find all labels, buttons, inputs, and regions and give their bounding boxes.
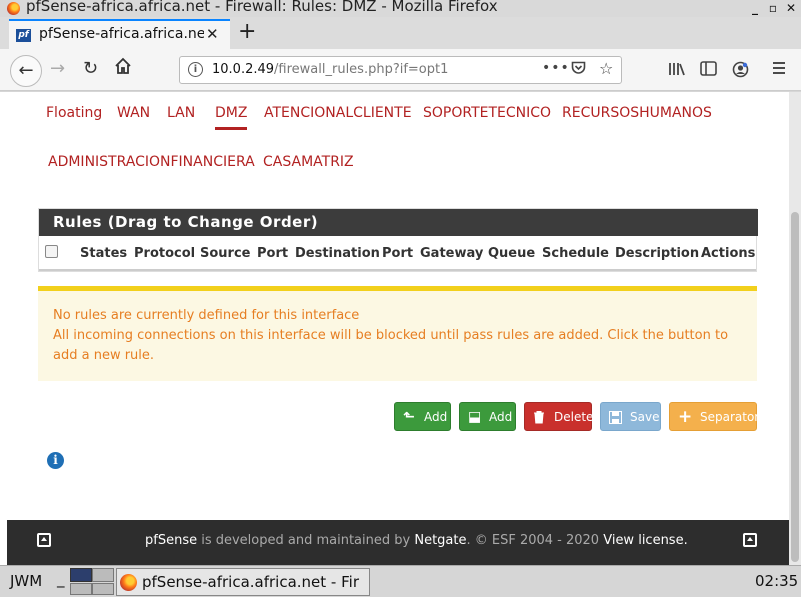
scrollbar-thumb[interactable] — [791, 212, 799, 562]
tab-floating[interactable]: Floating — [46, 105, 102, 121]
save-button[interactable]: Save — [600, 402, 661, 431]
minimize-marker: _ — [57, 570, 65, 588]
save-icon — [609, 403, 622, 435]
library-icon[interactable] — [668, 61, 686, 81]
page-content: Floating WAN LAN DMZ ATENCIONALCLIENTE S… — [0, 92, 789, 520]
reload-button[interactable]: ↻ — [83, 58, 98, 79]
task-title: pfSense-africa.africa.net - Fir — [142, 573, 359, 591]
scroll-top-right-icon[interactable] — [743, 533, 757, 547]
arrow-up-icon: ⬑ — [403, 409, 415, 425]
menu-icon[interactable] — [772, 61, 786, 79]
col-protocol: Protocol — [134, 246, 196, 261]
page-scrollbar[interactable] — [789, 92, 801, 565]
col-port-dest: Port — [382, 246, 414, 261]
rules-panel: Rules (Drag to Change Order) States Prot… — [38, 208, 758, 272]
col-gateway: Gateway — [420, 246, 484, 261]
select-all-checkbox[interactable] — [45, 245, 58, 258]
page-actions-button[interactable]: ••• — [542, 60, 570, 76]
url-bar[interactable]: i 10.0.2.49/firewall_rules.php?if=opt1 •… — [179, 56, 622, 84]
separator-button[interactable]: + Separator — [669, 402, 759, 431]
footer-brand[interactable]: pfSense — [145, 533, 197, 548]
col-port: Port — [257, 246, 289, 261]
col-destination: Destination — [295, 246, 380, 261]
tab-dmz[interactable]: DMZ — [215, 105, 248, 130]
delete-button[interactable]: Delete — [524, 402, 593, 431]
url-text[interactable]: 10.0.2.49/firewall_rules.php?if=opt1 — [212, 62, 448, 77]
trash-icon — [533, 403, 545, 435]
site-info-icon[interactable]: i — [188, 62, 203, 77]
forward-button[interactable]: → — [50, 58, 65, 79]
tab-wan[interactable]: WAN — [117, 105, 150, 121]
plus-icon: + — [678, 407, 693, 427]
back-button[interactable]: ← — [10, 55, 42, 87]
alert-line-2: All incoming connections on this interfa… — [53, 328, 729, 363]
alert-line-1: No rules are currently defined for this … — [53, 308, 360, 323]
sidebar-icon[interactable] — [700, 61, 717, 80]
minimize-button[interactable]: _ — [747, 0, 763, 17]
add-top-button[interactable]: ⬑ Add — [394, 402, 451, 431]
desktop-2[interactable] — [70, 583, 92, 595]
window-titlebar: pfSense-africa.africa.net - Firewall: Ru… — [0, 0, 801, 17]
left-margin — [0, 520, 7, 565]
footer-company[interactable]: Netgate — [414, 533, 466, 548]
tab-strip: pf pfSense-africa.africa.net - ✕ + — [0, 17, 801, 49]
tab-recursoshumanos[interactable]: RECURSOSHUMANOS — [562, 105, 712, 121]
tab-atencionalcliente[interactable]: ATENCIONALCLIENTE — [264, 105, 412, 121]
tab-casamatriz[interactable]: CASAMATRIZ — [263, 154, 354, 170]
jwm-menu[interactable]: JWM — [10, 572, 42, 590]
firefox-icon — [7, 2, 20, 15]
window-title: pfSense-africa.africa.net - Firewall: Ru… — [26, 0, 498, 15]
info-icon[interactable]: i — [47, 452, 64, 469]
pfsense-favicon-icon: pf — [16, 29, 31, 42]
footer-text: pfSense is developed and maintained by N… — [145, 533, 688, 548]
close-window-button[interactable]: ✕ — [783, 0, 799, 17]
taskbar-firefox-task[interactable]: pfSense-africa.africa.net - Fir — [116, 568, 370, 596]
col-states: States — [80, 246, 128, 261]
tab-close-icon[interactable]: ✕ — [206, 25, 219, 43]
tab-lan[interactable]: LAN — [167, 105, 195, 121]
desktop-4[interactable] — [92, 583, 114, 595]
footer-license-link[interactable]: View license. — [603, 533, 688, 548]
desktop-1[interactable] — [70, 568, 92, 582]
tab-soportetecnico[interactable]: SOPORTETECNICO — [423, 105, 551, 121]
taskbar: JWM _ pfSense-africa.africa.net - Fir 02… — [0, 565, 801, 597]
firefox-icon — [120, 574, 137, 591]
clock: 02:35 — [755, 572, 799, 590]
tab-title: pfSense-africa.africa.net - — [39, 26, 204, 42]
desktop-3[interactable] — [92, 568, 114, 582]
add-bottom-button[interactable]: ⬓ Add — [459, 402, 516, 431]
account-icon[interactable] — [732, 61, 749, 82]
no-rules-alert: No rules are currently defined for this … — [38, 286, 757, 381]
new-tab-button[interactable]: + — [238, 19, 256, 45]
page-footer: pfSense is developed and maintained by N… — [7, 520, 789, 565]
home-button[interactable] — [114, 57, 132, 80]
arrow-down-icon: ⬓ — [468, 409, 482, 425]
col-schedule: Schedule — [542, 246, 609, 261]
navigation-bar: ← → ↻ i 10.0.2.49/firewall_rules.php?if=… — [0, 49, 801, 91]
scroll-top-left-icon[interactable] — [37, 533, 51, 547]
col-source: Source — [200, 246, 251, 261]
rules-table-header: States Protocol Source Port Destination … — [39, 236, 756, 271]
col-description: Description — [615, 246, 700, 261]
col-actions: Actions — [701, 246, 756, 261]
pocket-icon[interactable] — [571, 61, 586, 79]
bookmark-star-icon[interactable]: ☆ — [599, 59, 613, 78]
rules-panel-title: Rules (Drag to Change Order) — [39, 209, 758, 236]
tab-administracionfinanciera[interactable]: ADMINISTRACIONFINANCIERA — [48, 154, 255, 170]
col-queue: Queue — [488, 246, 536, 261]
maximize-button[interactable]: ▫ — [765, 0, 781, 17]
browser-tab[interactable]: pf pfSense-africa.africa.net - ✕ — [9, 19, 230, 49]
home-icon — [115, 57, 131, 74]
